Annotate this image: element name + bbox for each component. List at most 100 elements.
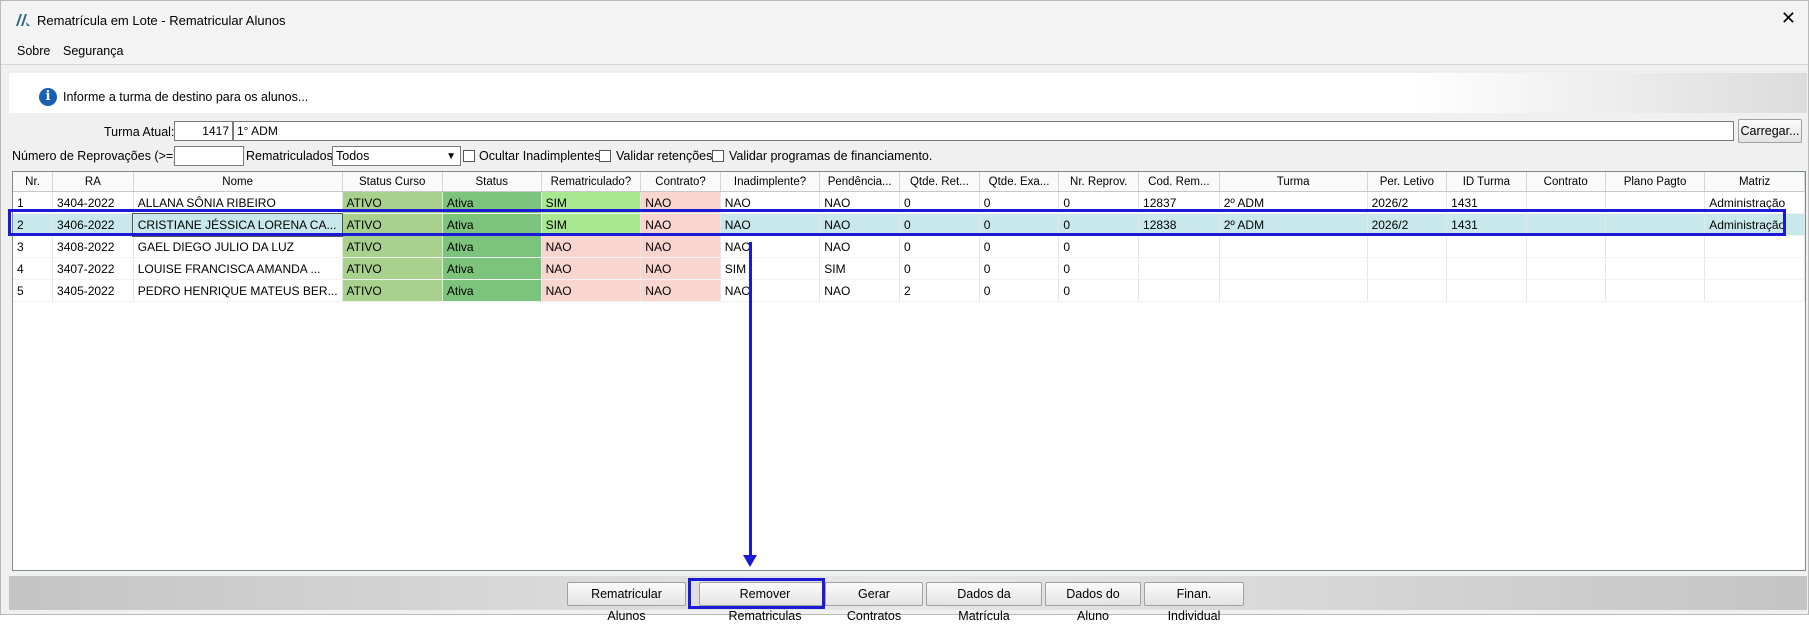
column-header[interactable]: Status Curso [342,172,443,192]
column-header[interactable]: Contrato [1526,172,1606,192]
table-cell [1526,235,1606,258]
column-header[interactable]: Matriz [1704,172,1805,192]
load-button[interactable]: Carregar... [1738,119,1802,143]
table-cell: Administração [1704,213,1805,236]
column-header[interactable]: ID Turma [1446,172,1527,192]
table-row[interactable]: 3 3408-2022 GAEL DIEGO JULIO DA LUZ ATIVO At… [13,235,1805,258]
column-header[interactable]: Status [442,172,542,192]
column-header[interactable]: Plano Pagto [1605,172,1706,192]
table-cell: Administração [1704,191,1805,214]
application-window: Rematrícula em Lote - Rematricular Aluno… [0,0,1809,623]
table-row[interactable]: 1 3404-2022 ALLANA SÔNIA RIBEIRO ATIVO Ativa… [13,191,1805,214]
column-header[interactable]: Nr. [13,172,54,192]
remat-select-value: Todos [336,149,370,163]
table-cell: 0 [979,213,1060,236]
table-cell: 3408-2022 [52,235,134,258]
menu-sobre[interactable]: Sobre [17,44,50,58]
gerar-contratos-button[interactable]: Gerar Contratos [825,582,923,623]
reprov-input[interactable] [174,146,244,166]
table-cell: LOUISE FRANCISCA AMANDA ... [133,257,343,280]
table-cell: 5 [13,279,54,302]
action-bar: Rematricular Alunos Remover Rematriculas… [9,576,1807,623]
table-cell: 2026/2 [1367,191,1448,214]
table-cell: NAO [640,279,721,302]
table-cell: NAO [819,235,901,258]
reprov-label: Número de Reprovações (>=): [12,149,181,163]
table-cell: 0 [1058,235,1140,258]
turma-code-field[interactable]: 1417 [174,121,233,141]
column-header[interactable]: Contrato? [640,172,721,192]
column-header[interactable]: Per. Letivo [1367,172,1448,192]
table-cell: 2º ADM [1219,191,1368,214]
table-cell [1446,235,1527,258]
table-cell: NAO [720,279,821,302]
finan-individual-button[interactable]: Finan. Individual [1144,582,1244,623]
table-cell: 3405-2022 [52,279,134,302]
table-cell: 1431 [1446,213,1527,236]
table-cell [1605,213,1706,236]
ocultar-inadimplentes-checkbox[interactable] [463,150,475,162]
validar-retencoes-checkbox[interactable] [599,150,611,162]
column-header[interactable]: Qtde. Ret... [899,172,980,192]
table-cell [1138,279,1220,302]
table-cell: 0 [899,257,980,280]
close-icon[interactable]: ✕ [1781,8,1796,29]
table-cell [1704,257,1805,280]
table-cell: Ativa [442,235,542,258]
turma-name-field[interactable]: 1° ADM [233,121,1734,141]
table-cell [1219,235,1368,258]
table-cell: NAO [640,213,721,236]
remover-rematriculas-button[interactable]: Remover Rematriculas [699,582,831,623]
column-header[interactable]: Nome [133,172,343,192]
table-cell: GAEL DIEGO JULIO DA LUZ [133,235,343,258]
column-header[interactable]: Pendência... [819,172,901,192]
menu-bar: Sobre Segurança [1,39,1808,65]
remat-select[interactable]: Todos ▼ [332,146,461,166]
table-cell: 0 [1058,213,1140,236]
table-cell [1605,191,1706,214]
table-cell: 4 [13,257,54,280]
column-header[interactable]: Turma [1219,172,1368,192]
validar-financiamento-checkbox[interactable] [712,150,724,162]
table-cell: 0 [899,213,980,236]
table-row[interactable]: 2 3406-2022 CRISTIANE JÉSSICA LORENA CA...… [13,212,1805,237]
table-cell [1138,235,1220,258]
validar-financiamento-label: Validar programas de financiamento. [729,149,933,163]
table-cell [1704,279,1805,302]
students-grid[interactable]: Nr. RA Nome Status Curso Status Rematriculado… [12,171,1806,571]
dados-do-aluno-button[interactable]: Dados do Aluno [1045,582,1141,623]
column-header[interactable]: Qtde. Exa... [979,172,1060,192]
table-cell: 0 [1058,279,1140,302]
table-cell [1446,257,1527,280]
table-cell: NAO [541,257,642,280]
column-header[interactable]: Nr. Reprov. [1058,172,1140,192]
table-cell: NAO [720,213,821,236]
column-header[interactable]: Rematriculado? [541,172,642,192]
rematricular-alunos-button[interactable]: Rematricular Alunos [567,582,686,623]
menu-seguranca[interactable]: Segurança [63,44,123,58]
ocultar-inadimplentes-label: Ocultar Inadimplentes [479,149,601,163]
table-cell [1526,257,1606,280]
table-row[interactable]: 4 3407-2022 LOUISE FRANCISCA AMANDA ... ATI… [13,257,1805,280]
table-cell [1526,191,1606,214]
chevron-down-icon: ▼ [446,151,456,162]
table-cell: 0 [899,235,980,258]
table-cell: 1431 [1446,191,1527,214]
table-cell: CRISTIANE JÉSSICA LORENA CA... [132,212,344,237]
table-cell: NAO [720,235,821,258]
dados-da-matricula-button[interactable]: Dados da Matrícula [926,582,1042,623]
table-cell: 0 [979,235,1060,258]
table-cell: NAO [819,213,901,236]
app-logo-icon [16,14,30,26]
table-cell: 0 [1058,257,1140,280]
column-header[interactable]: RA [52,172,134,192]
table-cell [1605,279,1706,302]
title-bar: Rematrícula em Lote - Rematricular Aluno… [1,1,1808,39]
info-icon: i [39,88,57,106]
column-header[interactable]: Cod. Rem... [1138,172,1220,192]
table-cell: PEDRO HENRIQUE MATEUS BER... [133,279,343,302]
table-row[interactable]: 5 3405-2022 PEDRO HENRIQUE MATEUS BER... AT… [13,279,1805,302]
table-cell: NAO [640,235,721,258]
column-header[interactable]: Inadimplente? [720,172,821,192]
annotation-arrow-line [749,242,752,560]
